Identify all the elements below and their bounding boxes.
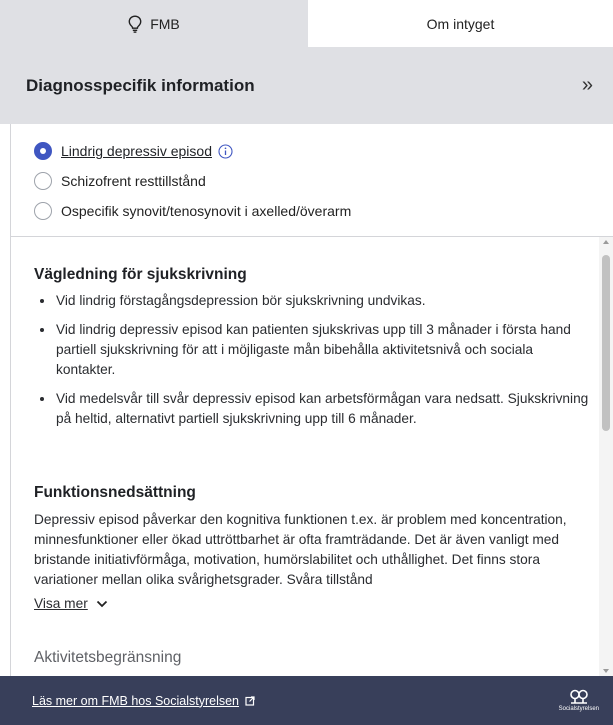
scrollbar[interactable]: [599, 237, 613, 676]
radio-button-checked[interactable]: [34, 142, 52, 160]
radio-button[interactable]: [34, 172, 52, 190]
guidance-bullet: Vid lindrig depressiv episod kan patient…: [34, 320, 596, 380]
guidance-bullet: Vid medelsvår till svår depressiv episod…: [34, 389, 596, 429]
footer-link-label: Läs mer om FMB hos Socialstyrelsen: [32, 693, 240, 708]
tab-fmb[interactable]: FMB: [0, 0, 308, 47]
footer-link[interactable]: Läs mer om FMB hos Socialstyrelsen: [32, 694, 559, 708]
collapse-panel-button[interactable]: »: [578, 74, 597, 97]
diagnosis-radio-group: Lindrig depressiv episod Schizofrent res…: [34, 136, 351, 226]
diagnosis-label: Ospecifik synovit/tenosynovit i axelled/…: [61, 203, 352, 219]
tab-om-intyget[interactable]: Om intyget: [308, 0, 613, 47]
tab-bar: FMB Om intyget: [0, 0, 613, 47]
logo-text: Socialstyrelsen: [558, 706, 599, 712]
diagnosis-option[interactable]: Ospecifik synovit/tenosynovit i axelled/…: [34, 196, 351, 226]
tab-om-intyget-label: Om intyget: [426, 15, 495, 32]
chevron-down-icon: [96, 600, 108, 608]
scroll-up-arrow-icon[interactable]: [603, 240, 609, 244]
tab-fmb-label: FMB: [150, 15, 180, 32]
panel-title: Diagnosspecifik information: [26, 75, 255, 95]
left-border: [10, 124, 11, 676]
function-text: Depressiv episod påverkar den kognitiva …: [34, 512, 567, 587]
activity-title: Aktivitetsbegränsning: [34, 649, 182, 666]
info-icon[interactable]: [218, 143, 233, 159]
guidance-section: Vägledning för sjukskrivning Vid lindrig…: [34, 258, 596, 438]
scrollbar-thumb[interactable]: [602, 255, 610, 431]
show-more-button[interactable]: Visa mer: [34, 596, 108, 611]
guidance-bullet: Vid lindrig förstagångsdepression bör sj…: [34, 291, 596, 311]
guidance-list: Vid lindrig förstagångsdepression bör sj…: [34, 291, 596, 429]
diagnosis-option[interactable]: Lindrig depressiv episod: [34, 136, 351, 166]
double-chevron-right-icon: »: [581, 74, 593, 96]
show-more-label: Visa mer: [34, 596, 88, 611]
function-title: Funktionsnedsättning: [34, 484, 196, 501]
external-link-icon: [245, 695, 255, 706]
panel-header: Diagnosspecifik information »: [0, 47, 613, 124]
diagnosis-option[interactable]: Schizofrent resttillstånd: [34, 166, 351, 196]
socialstyrelsen-logo: Socialstyrelsen: [559, 689, 599, 712]
section-divider: [10, 236, 613, 237]
lightbulb-icon: [128, 14, 142, 33]
diagnosis-label: Schizofrent resttillstånd: [61, 173, 206, 189]
scroll-down-arrow-icon[interactable]: [603, 669, 609, 673]
radio-button[interactable]: [34, 202, 52, 220]
footer: Läs mer om FMB hos Socialstyrelsen Socia…: [0, 676, 613, 725]
diagnosis-label[interactable]: Lindrig depressiv episod: [61, 143, 212, 159]
guidance-title: Vägledning för sjukskrivning: [34, 266, 247, 283]
